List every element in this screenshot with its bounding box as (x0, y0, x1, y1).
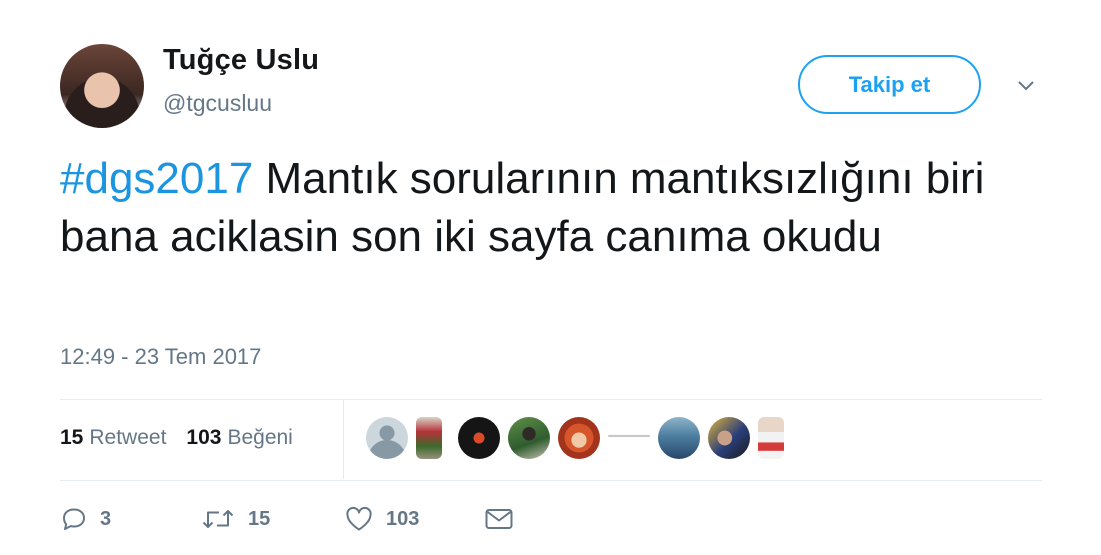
liker-avatar[interactable] (458, 417, 500, 459)
retweet-icon (202, 510, 234, 528)
author-handle[interactable]: @tgcusluu (163, 90, 272, 117)
tweet-stats: 15 Retweet 103 Beğeni (60, 426, 313, 450)
liker-avatar[interactable] (708, 417, 750, 459)
stats-separator (343, 399, 344, 479)
follow-button[interactable]: Takip et (798, 55, 981, 114)
author-name[interactable]: Tuğçe Uslu (163, 44, 319, 77)
hashtag-link[interactable]: #dgs2017 (60, 154, 253, 203)
like-stat-label: Beğeni (227, 426, 293, 449)
liker-avatar[interactable] (658, 417, 700, 459)
reply-count: 3 (100, 507, 112, 530)
like-button[interactable]: 103 (344, 506, 484, 532)
retweet-button[interactable]: 15 (200, 506, 344, 532)
retweet-count: 15 (248, 507, 271, 530)
like-stat-count: 103 (186, 426, 222, 449)
retweet-stat-label: Retweet (89, 426, 167, 449)
liker-avatar[interactable] (366, 417, 408, 459)
liker-avatar[interactable] (416, 417, 442, 459)
liker-avatars (366, 417, 800, 459)
chevron-down-icon (1018, 81, 1034, 91)
divider (60, 399, 1042, 400)
reply-button[interactable]: 3 (60, 506, 200, 532)
divider (60, 480, 1042, 481)
reply-icon (63, 508, 85, 530)
author-avatar[interactable] (60, 44, 144, 128)
direct-message-button[interactable] (484, 507, 514, 531)
tweet-timestamp[interactable]: 12:49 - 23 Tem 2017 (60, 344, 261, 370)
liker-avatar[interactable] (758, 417, 784, 459)
retweet-stat-count: 15 (60, 426, 84, 449)
heart-icon (346, 506, 372, 531)
like-count: 103 (386, 507, 420, 530)
liker-avatar[interactable] (558, 417, 600, 459)
like-stat[interactable]: 103 Beğeni (186, 426, 292, 450)
tweet-actions: 3 15 103 (60, 502, 514, 536)
tweet-text: #dgs2017 Mantık sorularının mantıksızlığ… (60, 150, 1040, 266)
liker-avatar[interactable] (608, 417, 650, 459)
liker-avatar[interactable] (508, 417, 550, 459)
more-options-button[interactable] (1013, 73, 1039, 99)
envelope-icon (485, 509, 513, 529)
retweet-stat[interactable]: 15 Retweet (60, 426, 166, 450)
